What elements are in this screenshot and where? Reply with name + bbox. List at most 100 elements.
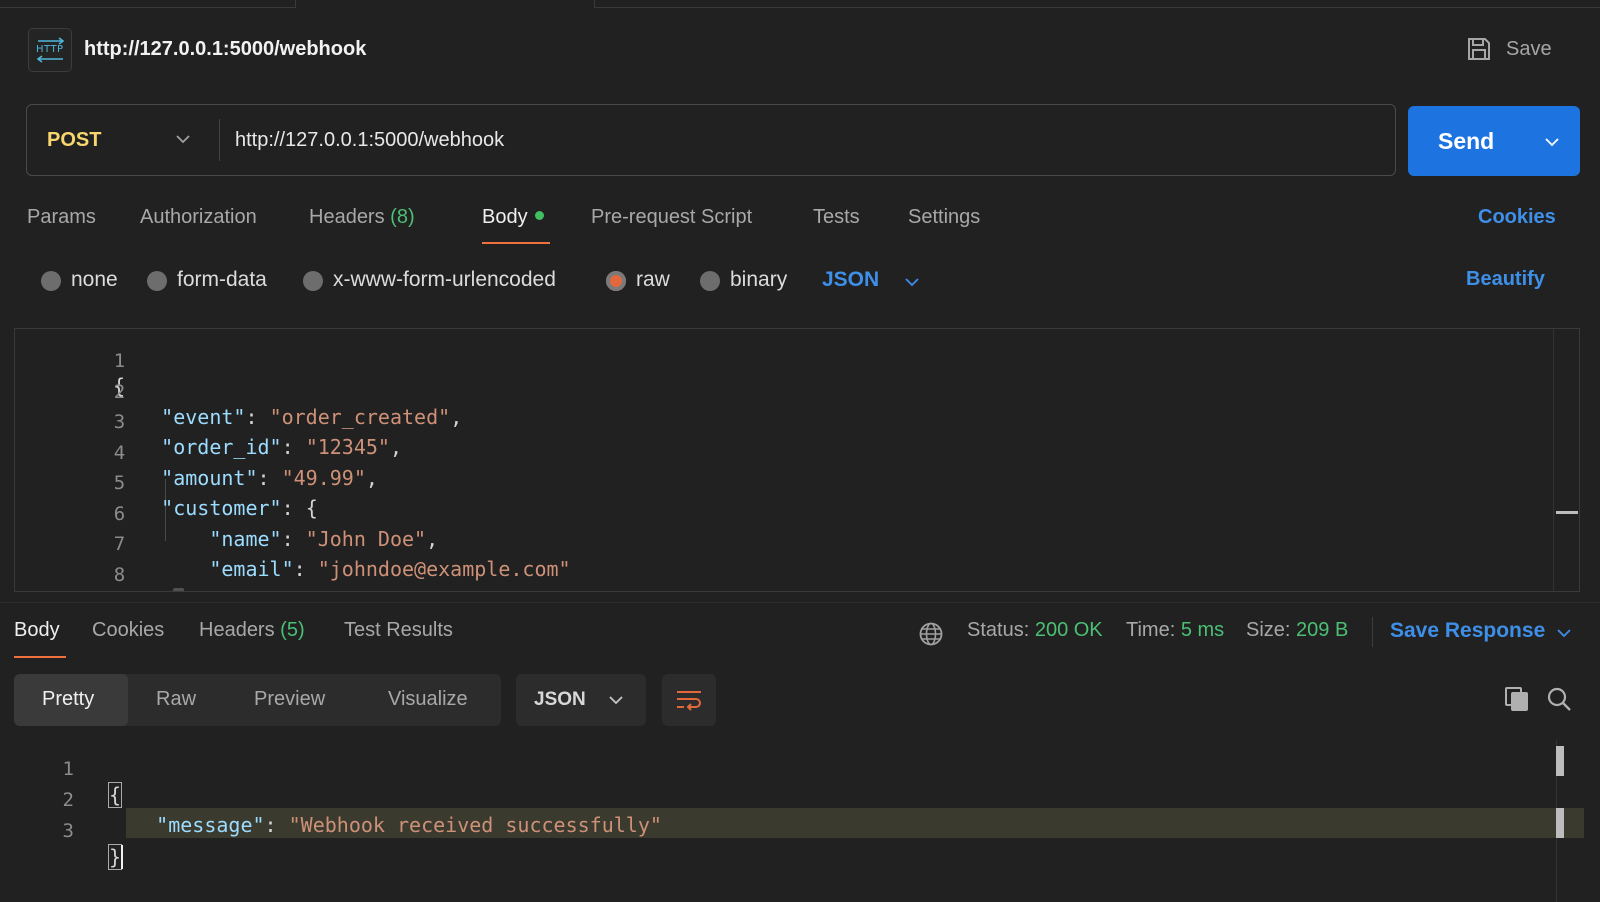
url-input[interactable] <box>235 123 1375 157</box>
send-label: Send <box>1438 128 1495 154</box>
body-format-dropdown[interactable]: JSON <box>822 268 919 292</box>
radio-form-data-label: form-data <box>177 268 267 291</box>
brace: } <box>108 844 123 870</box>
status-value: 200 OK <box>1034 619 1103 641</box>
meta-divider <box>1372 617 1373 647</box>
scrollbar-marker <box>1556 808 1564 838</box>
response-status: Status: 200 OK <box>967 619 1103 642</box>
editor-scrollbar[interactable] <box>1553 329 1579 591</box>
method-label: POST <box>47 129 102 151</box>
beautify-link[interactable]: Beautify <box>1466 268 1545 291</box>
tab-strip-left[interactable] <box>0 0 296 8</box>
code-line: 5 "customer": { <box>15 448 1555 520</box>
send-button[interactable]: Send <box>1408 106 1580 176</box>
tab-tests[interactable]: Tests <box>813 206 860 229</box>
save-icon <box>1468 38 1490 60</box>
line-number: 3 <box>62 820 74 842</box>
body-format-label: JSON <box>822 268 880 291</box>
search-icon[interactable] <box>1546 686 1572 712</box>
active-tab-indicator <box>482 242 550 244</box>
wrap-lines-icon <box>677 691 701 711</box>
globe-icon[interactable] <box>918 621 944 647</box>
scrollbar-marker <box>1556 746 1564 776</box>
radio-none-label: none <box>71 268 118 291</box>
copy-icon[interactable] <box>1504 686 1530 712</box>
svg-text:HTTP: HTTP <box>36 44 64 55</box>
response-time: Time: 5 ms <box>1126 619 1224 642</box>
response-tab-test-results[interactable]: Test Results <box>344 619 453 642</box>
response-tab-headers[interactable]: Headers (5) <box>199 619 305 642</box>
cookies-link[interactable]: Cookies <box>1478 206 1556 229</box>
code-line: 3 "order_id": "12345", <box>15 387 1555 459</box>
save-response-button[interactable]: Save Response <box>1390 619 1571 643</box>
tab-params[interactable]: Params <box>27 206 96 229</box>
chevron-down-icon <box>609 696 623 705</box>
wrap-lines-button[interactable] <box>662 674 716 726</box>
size-value: 209 B <box>1296 619 1349 641</box>
code-text: } <box>108 844 124 870</box>
request-body-editor[interactable]: 1 { 2 "event": "order_created", 3 "order… <box>14 328 1580 592</box>
response-tabs: Body Cookies Headers (5) Test Results St… <box>0 602 1600 660</box>
response-format-label: JSON <box>534 689 586 710</box>
size-label: Size: <box>1246 619 1291 641</box>
text-cursor <box>121 845 124 869</box>
status-label: Status: <box>967 619 1030 641</box>
body-modified-dot <box>534 211 544 220</box>
response-body-viewer[interactable]: 1 { 2 "message": "Webhook received succe… <box>0 740 1600 902</box>
request-header: HTTP http://127.0.0.1:5000/webhook Save <box>0 22 1600 78</box>
response-view-bar: Pretty Raw Preview Visualize JSON <box>14 674 1600 726</box>
http-request-icon: HTTP <box>28 28 72 72</box>
tab-headers[interactable]: Headers (8) <box>309 206 415 229</box>
request-tabs: Params Authorization Headers (8) Body Pr… <box>0 196 1600 248</box>
method-dropdown[interactable]: POST <box>27 105 219 175</box>
code-line: 7 "email": "johndoe@example.com" <box>15 509 1555 581</box>
radio-circle <box>41 271 61 291</box>
view-mode-preview[interactable]: Preview <box>254 688 325 711</box>
code-line: 3 } <box>0 796 1540 870</box>
tab-strip <box>0 0 1600 8</box>
view-mode-pretty[interactable]: Pretty <box>42 688 94 711</box>
tab-settings[interactable]: Settings <box>908 206 980 229</box>
response-size: Size: 209 B <box>1246 619 1348 642</box>
code-line: 4 "amount": "49.99", <box>15 418 1555 490</box>
code-line: 1 { <box>0 734 1540 808</box>
response-tab-cookies[interactable]: Cookies <box>92 619 164 642</box>
response-tab-body[interactable]: Body <box>14 619 60 642</box>
code-line: 9 } <box>15 570 1555 591</box>
tab-body[interactable]: Body <box>482 206 544 229</box>
radio-circle-selected <box>606 271 626 291</box>
tab-authorization[interactable]: Authorization <box>140 206 257 229</box>
code-line: 2 "message": "Webhook received successfu… <box>0 765 1540 837</box>
response-scrollbar[interactable] <box>1556 740 1564 902</box>
save-label: Save <box>1506 38 1552 60</box>
radio-circle <box>700 271 720 291</box>
code-line: 6 "name": "John Doe", <box>15 479 1555 551</box>
time-label: Time: <box>1126 619 1176 641</box>
radio-binary-label: binary <box>730 268 788 291</box>
save-button[interactable]: Save <box>1466 32 1576 66</box>
tab-strip-right[interactable] <box>594 0 1600 8</box>
code-line: 1 { <box>15 329 1555 398</box>
response-format-dropdown[interactable]: JSON <box>516 674 646 726</box>
method-divider <box>219 119 220 161</box>
radio-urlencoded-label: x-www-form-urlencoded <box>333 268 556 291</box>
view-mode-raw[interactable]: Raw <box>156 688 196 711</box>
tab-pre-request-script[interactable]: Pre-request Script <box>591 206 752 229</box>
headers-count-badge: (8) <box>390 206 415 228</box>
url-bar: POST <box>26 104 1396 176</box>
chevron-down-icon <box>905 278 919 287</box>
radio-circle <box>147 271 167 291</box>
time-value: 5 ms <box>1180 619 1225 641</box>
code-line: 2 "event": "order_created", <box>15 357 1555 429</box>
request-title[interactable]: http://127.0.0.1:5000/webhook <box>84 38 366 61</box>
view-mode-visualize[interactable]: Visualize <box>388 688 468 711</box>
active-response-tab-indicator <box>14 656 66 658</box>
code-line: 8 } <box>15 540 1555 591</box>
send-options-chevron-icon[interactable] <box>1544 136 1560 148</box>
chevron-down-icon <box>1557 629 1571 638</box>
response-headers-count: (5) <box>280 619 305 641</box>
radio-circle <box>303 271 323 291</box>
radio-raw-label: raw <box>636 268 670 291</box>
scrollbar-marker <box>1556 511 1578 514</box>
response-tab-headers-label: Headers <box>199 619 275 641</box>
